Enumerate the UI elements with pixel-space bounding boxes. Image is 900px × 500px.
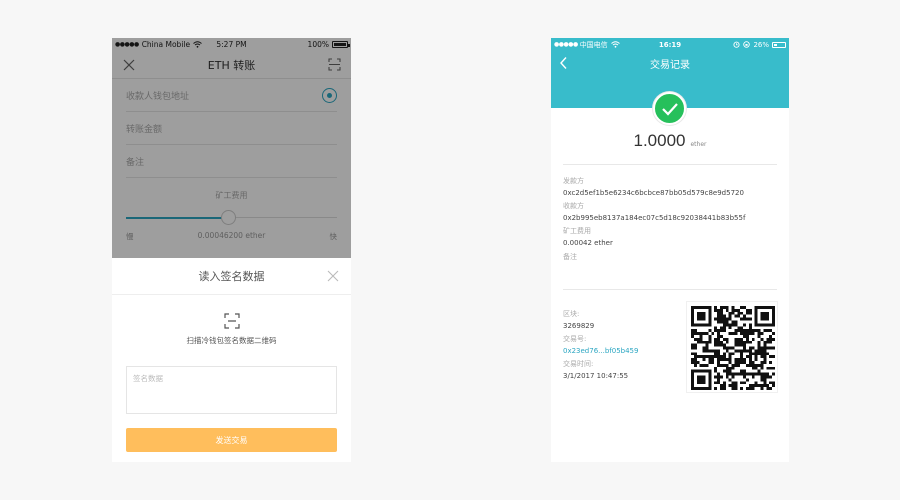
scan-caption: 扫描冷钱包签名数据二维码 [186,336,277,345]
nav-bar: 交易记录 [551,51,789,75]
scan-icon[interactable] [223,313,240,329]
transaction-qr-code [686,301,778,393]
send-transaction-label: 发送交易 [215,435,248,445]
alarm-icon [733,41,740,48]
tx-hash-label: 交易号: [563,335,587,343]
send-transaction-button[interactable]: 发送交易 [126,428,337,452]
from-label: 发款方 [563,177,584,185]
rotation-lock-icon [743,41,751,48]
tx-time-label: 交易时间: [563,360,594,368]
wifi-icon [610,41,620,48]
sheet-close-icon[interactable] [327,270,339,282]
fee-label: 矿工费用 [563,227,591,235]
block-number: 3269829 [563,322,595,330]
amount-value: 1.0000 [633,131,686,150]
amount-unit: ether [690,141,707,148]
signal-icon: ●●●●● [554,41,578,48]
carrier-label: 中国电信 [579,40,608,49]
signature-sheet: 读入签名数据 扫描冷钱包签名数据二维码 签名数据 发送交易 [112,258,351,462]
tx-hash-link[interactable]: 0x23ed76...bf05b459 [563,345,679,357]
success-check-icon [653,92,686,125]
eth-transfer-screen: ●●●●● China Mobile 5:27 PM 100% ETH 转账 收… [112,38,351,462]
scan-qr-action[interactable]: 扫描冷钱包签名数据二维码 [112,313,351,346]
transaction-details: 发款方 0xc2d5ef1b5e6234c6bcbce87bb05d579c8e… [563,175,777,263]
divider [563,289,777,290]
status-bar: ●●●●● 中国电信 16:19 26% [551,38,789,51]
to-address: 0x2b995eb8137a184ec07c5d18c92038441b83b5… [563,214,746,222]
sheet-title: 读入签名数据 [198,270,265,283]
tx-time-value: 3/1/2017 10:47:55 [563,372,629,380]
note-label: 备注 [563,253,577,261]
sheet-header: 读入签名数据 [112,258,351,295]
page-title: 交易记录 [650,59,690,71]
to-label: 收款方 [563,202,584,210]
fee-value: 0.00042 ether [563,239,613,247]
battery-icon [772,41,786,48]
modal-backdrop[interactable] [112,38,351,258]
block-details: 区块: 3269829 交易号: 0x23ed76...bf05b459 交易时… [563,308,679,382]
divider [563,164,777,165]
battery-percent: 26% [753,40,769,49]
transaction-record-screen: ●●●●● 中国电信 16:19 26% 交易记录 1.0000 ether 发款… [551,38,789,462]
block-label: 区块: [563,310,580,318]
from-address: 0xc2d5ef1b5e6234c6bcbce87bb05d579c8e9d57… [563,189,744,197]
signature-data-textarea[interactable]: 签名数据 [126,366,337,414]
amount-display: 1.0000 ether [551,131,789,151]
signature-data-placeholder: 签名数据 [133,374,163,383]
back-chevron-icon[interactable] [559,56,569,70]
